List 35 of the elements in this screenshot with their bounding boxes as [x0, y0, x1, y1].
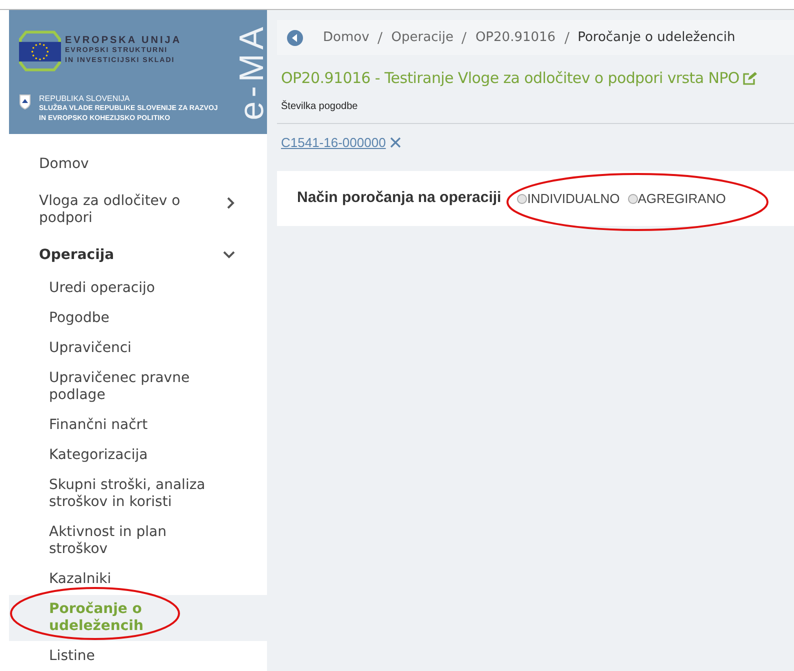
breadcrumb-link[interactable]: OP20.91016	[475, 28, 556, 48]
sidebar-item[interactable]: Pogodbe	[9, 304, 267, 333]
sidebar-item[interactable]: Kategorizacija	[9, 441, 267, 470]
coat-of-arms-icon	[19, 94, 31, 110]
chevron-right-icon	[227, 197, 235, 209]
breadcrumb-link[interactable]: Domov	[323, 28, 370, 48]
reporting-label: Način poročanja na operaciji	[297, 188, 502, 208]
sidebar-item[interactable]: Upravičenec pravne podlage	[9, 364, 267, 410]
sidebar-item[interactable]: Vloga za odločitev o podpori	[9, 187, 267, 233]
eu-title: EVROPSKA UNIJA	[65, 36, 182, 46]
page-title: OP20.91016 - Testiranje Vloge za odločitev o podpori vrsta NPO	[281, 68, 740, 89]
sidebar-item[interactable]: Operacija	[9, 241, 267, 270]
breadcrumb-link[interactable]: Operacije	[391, 28, 454, 48]
sidebar-item[interactable]: Uredi operacijo	[9, 274, 267, 303]
radio-button[interactable]	[517, 194, 528, 204]
sidebar-item[interactable]: Skupni stroški, analiza stroškov in koristi	[9, 471, 267, 517]
radio-label: INDIVIDUALNO	[527, 190, 620, 208]
separator-icon	[564, 32, 570, 44]
sidebar-item[interactable]: Listine	[9, 642, 267, 671]
sidebar-item[interactable]: Upravičenci	[9, 334, 267, 363]
sidebar-item[interactable]: Finančni načrt	[9, 411, 267, 440]
back-icon[interactable]	[287, 30, 303, 46]
contract-label: Številka pogodbe	[280, 99, 359, 114]
radio-label: AGREGIRANO	[638, 190, 726, 208]
separator-icon	[377, 32, 384, 44]
chevron-down-icon	[223, 251, 235, 259]
edit-icon[interactable]	[743, 71, 758, 86]
sidebar-item[interactable]: Aktivnost in plan stroškov	[9, 518, 267, 564]
separator-icon	[461, 32, 468, 44]
app-name: e-MA	[235, 23, 269, 121]
sidebar-item[interactable]: Domov	[9, 150, 267, 179]
republic-title: REPUBLIKA SLOVENIJA	[39, 94, 131, 104]
radio-button[interactable]	[628, 194, 638, 204]
close-icon[interactable]	[390, 136, 401, 148]
sidebar-item[interactable]: Kazalniki	[9, 565, 267, 594]
